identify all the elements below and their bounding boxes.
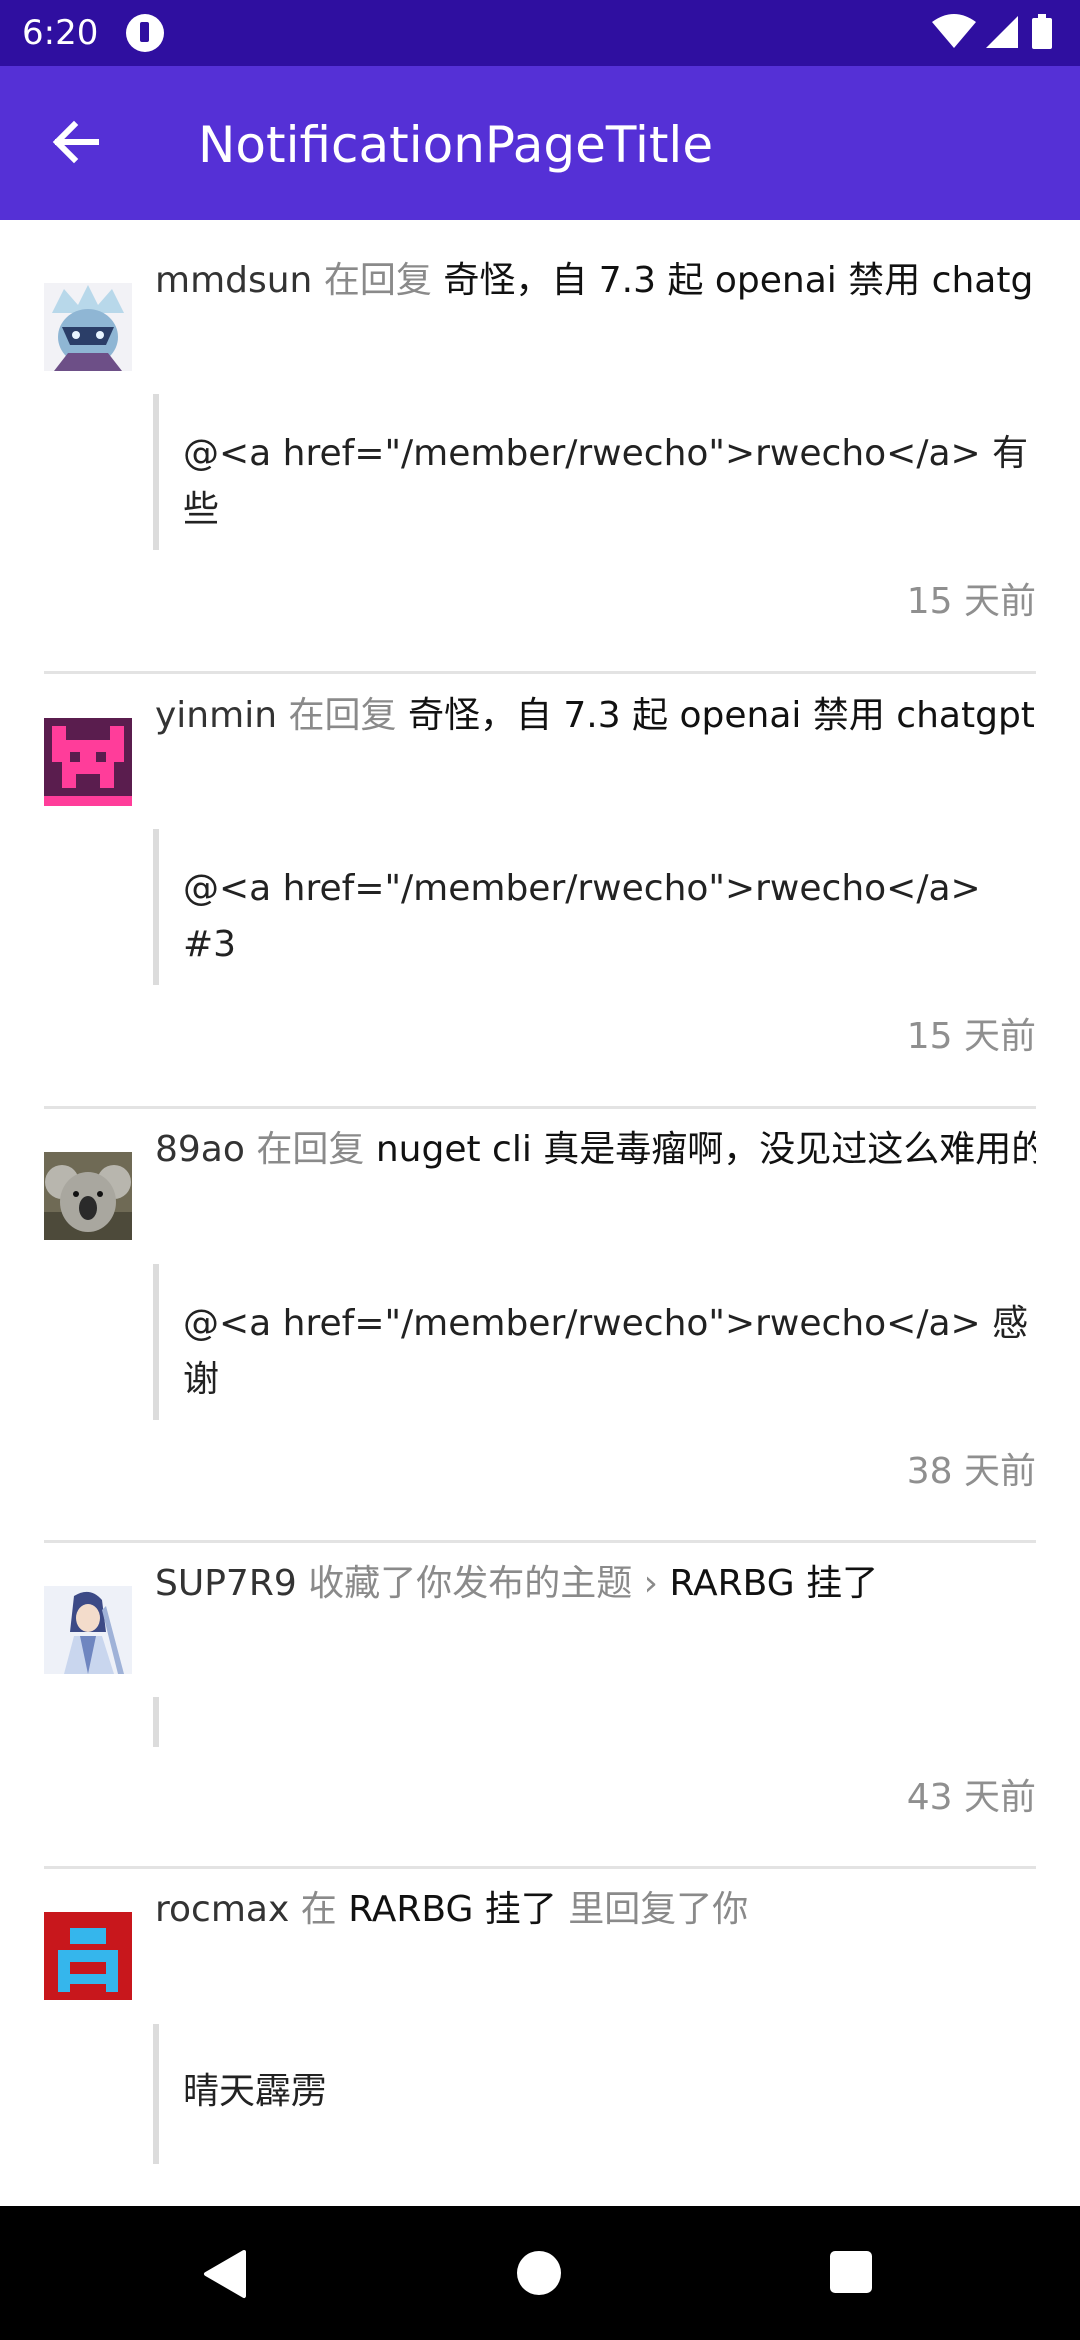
topic-link[interactable]: RARBG 挂了 [348, 1889, 557, 1930]
reply-quote: @<a href="/member/rwecho">rwecho</a> #3 … [153, 829, 1036, 985]
nav-home-button[interactable] [517, 2251, 561, 2295]
battery-icon [1032, 14, 1052, 49]
reply-content: @<a href="/member/rwecho">rwecho</a> 有些 … [183, 433, 1029, 530]
reply-content [183, 1697, 1036, 1747]
arrow-left-icon [52, 120, 99, 164]
notification-header: SUP7R9 收藏了你发布的主题 › RARBG 挂了 [155, 1554, 1036, 1614]
reply-content: @<a href="/member/rwecho">rwecho</a> #3 … [183, 868, 981, 965]
page-title: NotificationPageTitle [198, 116, 714, 174]
avatar[interactable] [44, 1586, 132, 1674]
username[interactable]: SUP7R9 [155, 1563, 297, 1604]
app-notification-icon [126, 14, 164, 52]
divider [44, 1106, 1036, 1109]
notification-item[interactable]: mmdsun 在回复 奇怪，自 7.3 起 openai 禁用 chatgpt … [0, 220, 1080, 675]
reply-quote [153, 1697, 1036, 1747]
topic-link[interactable]: 奇怪，自 7.3 起 openai 禁用 chatgpt [443, 260, 1036, 301]
topic-link[interactable]: RARBG 挂了 [669, 1563, 878, 1604]
divider [44, 1540, 1036, 1543]
notification-header: 89ao 在回复 nuget cli 真是毒瘤啊，没见过这么难用的 [155, 1120, 1036, 1180]
username[interactable]: yinmin [155, 695, 277, 736]
nav-back-button[interactable] [200, 2248, 250, 2300]
avatar[interactable] [44, 718, 132, 806]
action-text: 收藏了你发布的主题 › [308, 1563, 659, 1604]
notification-header: mmdsun 在回复 奇怪，自 7.3 起 openai 禁用 chatgpt [155, 251, 1036, 311]
action-suffix: 里回复了你 [568, 1889, 749, 1930]
notification-item[interactable]: yinmin 在回复 奇怪，自 7.3 起 openai 禁用 chatgpt“… [0, 675, 1080, 1110]
reply-content: 晴天霹雳 [183, 2071, 328, 2112]
divider [44, 1866, 1036, 1869]
wifi-icon [932, 14, 976, 48]
timestamp: 43 天前 [906, 1777, 1036, 1818]
avatar[interactable] [44, 1912, 132, 2000]
avatar[interactable] [44, 283, 132, 371]
action-text: 在回复 [256, 1129, 365, 1170]
timestamp: 15 天前 [906, 581, 1036, 622]
signal-icon [986, 16, 1018, 48]
username[interactable]: 89ao [155, 1129, 245, 1170]
action-text: 在回复 [323, 260, 432, 301]
action-text: 在回复 [288, 695, 397, 736]
notification-item[interactable]: SUP7R9 收藏了你发布的主题 › RARBG 挂了 43 天前 [0, 1544, 1080, 1870]
system-nav-bar [0, 2206, 1080, 2340]
notification-header: rocmax 在 RARBG 挂了 里回复了你 [155, 1880, 1036, 1940]
notification-item[interactable]: 89ao 在回复 nuget cli 真是毒瘤啊，没见过这么难用的 @<a hr… [0, 1110, 1080, 1544]
status-time: 6:20 [22, 13, 99, 53]
notification-header: yinmin 在回复 奇怪，自 7.3 起 openai 禁用 chatgpt“… [155, 686, 1036, 746]
reply-quote: @<a href="/member/rwecho">rwecho</a> 有些 … [153, 394, 1036, 550]
topic-link[interactable]: nuget cli 真是毒瘤啊，没见过这么难用的 [376, 1129, 1036, 1170]
nav-recents-button[interactable] [830, 2251, 872, 2293]
topic-link[interactable]: 奇怪，自 7.3 起 openai 禁用 chatgpt“使 [408, 695, 1036, 736]
divider [44, 671, 1036, 674]
status-bar: 6:20 [0, 0, 1080, 66]
app-bar: NotificationPageTitle [0, 66, 1080, 220]
status-icons [930, 12, 1060, 54]
username[interactable]: rocmax [155, 1889, 289, 1930]
notification-item[interactable]: rocmax 在 RARBG 挂了 里回复了你 晴天霹雳 [0, 1870, 1080, 2206]
avatar[interactable] [44, 1152, 132, 1240]
reply-content: @<a href="/member/rwecho">rwecho</a> 感谢 … [183, 1303, 1029, 1400]
username[interactable]: mmdsun [155, 260, 312, 301]
timestamp: 38 天前 [906, 1451, 1036, 1492]
action-text: 在 [300, 1889, 337, 1930]
reply-quote: 晴天霹雳 [153, 2024, 1036, 2164]
triangle-back-icon [204, 2250, 246, 2298]
reply-quote: @<a href="/member/rwecho">rwecho</a> 感谢 … [153, 1264, 1036, 1420]
timestamp: 15 天前 [906, 1016, 1036, 1057]
back-button[interactable] [44, 110, 108, 174]
